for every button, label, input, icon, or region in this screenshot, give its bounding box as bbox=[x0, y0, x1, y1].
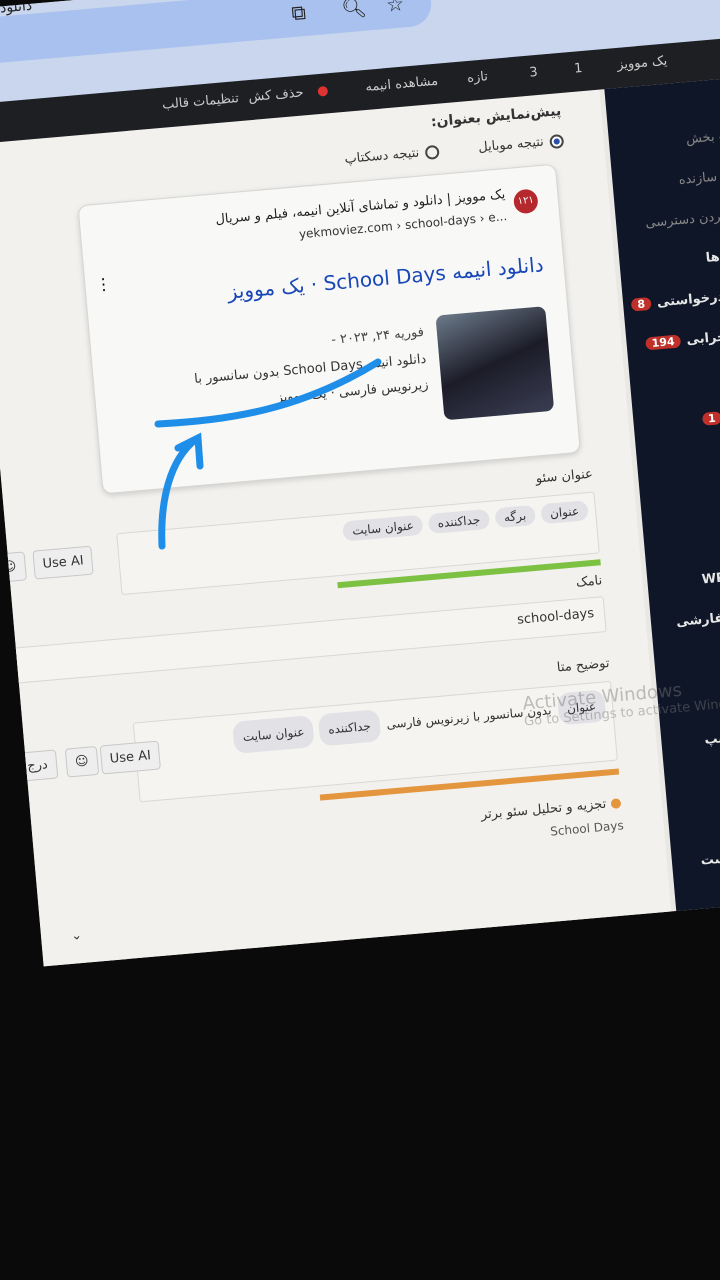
count-badge: 1 bbox=[701, 411, 720, 426]
sidebar-item-label: محدود کردن دسترسی bbox=[644, 206, 720, 232]
meta-use-ai-button[interactable]: Use AI bbox=[99, 740, 162, 775]
variable-chip[interactable]: عنوان سایت bbox=[232, 715, 315, 754]
preview-heading: پیش‌نمایش بعنوان: bbox=[430, 103, 562, 131]
sidebar-item[interactable]: جمع کردن فهرست bbox=[700, 843, 720, 869]
sidebar-item[interactable]: کالکشن‌ها bbox=[705, 245, 720, 265]
count-badge: 194 bbox=[645, 334, 682, 351]
variable-chip[interactable]: عنوان bbox=[540, 500, 589, 525]
star-icon[interactable]: ☆ bbox=[385, 0, 405, 17]
sidebar-item-label: وضعیت بخش bbox=[685, 125, 720, 148]
sidebar-item-label: زمینه‌های سفارشی bbox=[675, 604, 720, 630]
admin-purge-cache[interactable]: حذف کش bbox=[248, 85, 304, 105]
yoast-seo-panel: پیش‌نمایش بعنوان: نتیجه موبایل نتیجه دسک… bbox=[0, 89, 672, 967]
admin-theme-settings[interactable]: تنظیمات قالب bbox=[162, 91, 240, 113]
count-badge: 8 bbox=[630, 296, 652, 312]
focus-keyphrase: School Days bbox=[549, 818, 625, 839]
preview-date: فوریه ۲۴, ۲۰۲۳ - bbox=[330, 324, 425, 348]
more-options-icon[interactable]: ⋮ bbox=[95, 274, 113, 294]
status-dot-icon: ● bbox=[316, 83, 330, 100]
variable-chip[interactable]: جداکننده bbox=[317, 709, 382, 747]
sidebar-item[interactable]: تنظیمات کریسپ bbox=[704, 724, 720, 748]
sidebar-item-label: WP Telegram bbox=[701, 564, 720, 588]
chevron-down-icon[interactable]: ⌄ bbox=[71, 928, 83, 944]
radio-icon bbox=[549, 133, 565, 149]
sidebar-item[interactable]: WP Telegram bbox=[701, 564, 720, 587]
radio-label: نتیجه دسکتاپ bbox=[343, 145, 420, 168]
preview-description: دانلود انیمه School Days بدون سانسور با … bbox=[193, 351, 430, 406]
radio-mobile[interactable]: نتیجه موبایل bbox=[478, 133, 565, 155]
sidebar-item[interactable]: گزارش خرابی194 bbox=[645, 325, 720, 351]
status-face-icon: ● bbox=[609, 795, 623, 812]
sidebar-item-label: گزارش خرابی bbox=[685, 325, 720, 348]
seo-title-label: عنوان سئو bbox=[535, 466, 594, 487]
radio-icon bbox=[424, 144, 440, 160]
insert-variable-button[interactable]: درج م bbox=[5, 749, 58, 783]
sidebar-item-label: کالکشن‌ها bbox=[705, 245, 720, 266]
sidebar-item[interactable]: زمینه‌های سفارشی bbox=[676, 604, 720, 630]
sidebar-item[interactable]: افزونه‌ها1 bbox=[701, 405, 720, 427]
address-bar[interactable] bbox=[0, 0, 434, 66]
translate-icon[interactable]: ⧉ bbox=[290, 0, 306, 25]
admin-new[interactable]: تازه bbox=[467, 69, 489, 86]
admin-comments[interactable]: 1 bbox=[574, 61, 584, 77]
radio-desktop[interactable]: نتیجه دسکتاپ bbox=[344, 144, 440, 167]
variable-chip[interactable]: عنوان سایت bbox=[342, 514, 424, 542]
slug-label: نامک bbox=[575, 573, 603, 591]
google-preview-card: ۱۲۱ یک موویز | دانلود و تماشای آنلاین ان… bbox=[77, 163, 581, 495]
sidebar-item-label: مطالب درخواستی bbox=[656, 285, 720, 311]
radio-label: نتیجه موبایل bbox=[477, 134, 545, 156]
sidebar-item[interactable]: محدود کردن دسترسی bbox=[645, 206, 720, 231]
admin-view[interactable]: مشاهده انیمه bbox=[365, 74, 439, 95]
preview-thumbnail bbox=[435, 306, 555, 421]
slug-input[interactable]: school-days bbox=[0, 596, 607, 688]
zoom-icon[interactable]: 🔍︎ bbox=[340, 0, 367, 21]
seo-title-use-ai-button[interactable]: Use AI bbox=[32, 545, 94, 580]
sidebar-item-label: تنظیمات کریسپ bbox=[703, 724, 720, 748]
admin-updates[interactable]: 3 bbox=[529, 65, 539, 81]
emoji-button[interactable]: ☺ bbox=[64, 745, 99, 778]
meta-description-label: توضیح متا bbox=[556, 655, 611, 676]
variable-chip[interactable]: برگه bbox=[494, 504, 536, 529]
seo-analysis-toggle[interactable]: ● تجزیه و تحلیل سئو برتر bbox=[480, 795, 622, 822]
emoji-button[interactable]: ☺ bbox=[0, 551, 27, 584]
sidebar-item-label: استودیو سازنده bbox=[678, 166, 720, 188]
sidebar-item[interactable]: استودیو سازنده bbox=[678, 166, 720, 188]
variable-chip[interactable]: جداکننده bbox=[427, 508, 490, 535]
preview-title[interactable]: دانلود انیمه School Days · یک موویز bbox=[183, 248, 545, 311]
sidebar-item-label: جمع کردن فهرست bbox=[700, 843, 720, 869]
laptop-screen: دانلود ⧉ 🔍︎ ☆ یک موویز 1 3 تازه مشاهده ا… bbox=[0, 0, 720, 967]
admin-site-link[interactable]: یک موویز bbox=[617, 54, 668, 73]
sidebar-item[interactable]: مطالب درخواستی8 bbox=[630, 285, 720, 312]
analysis-label: تجزیه و تحلیل سئو برتر bbox=[480, 796, 607, 823]
site-favicon: ۱۲۱ bbox=[512, 188, 539, 215]
sidebar-item[interactable]: وضعیت بخش bbox=[685, 126, 720, 147]
